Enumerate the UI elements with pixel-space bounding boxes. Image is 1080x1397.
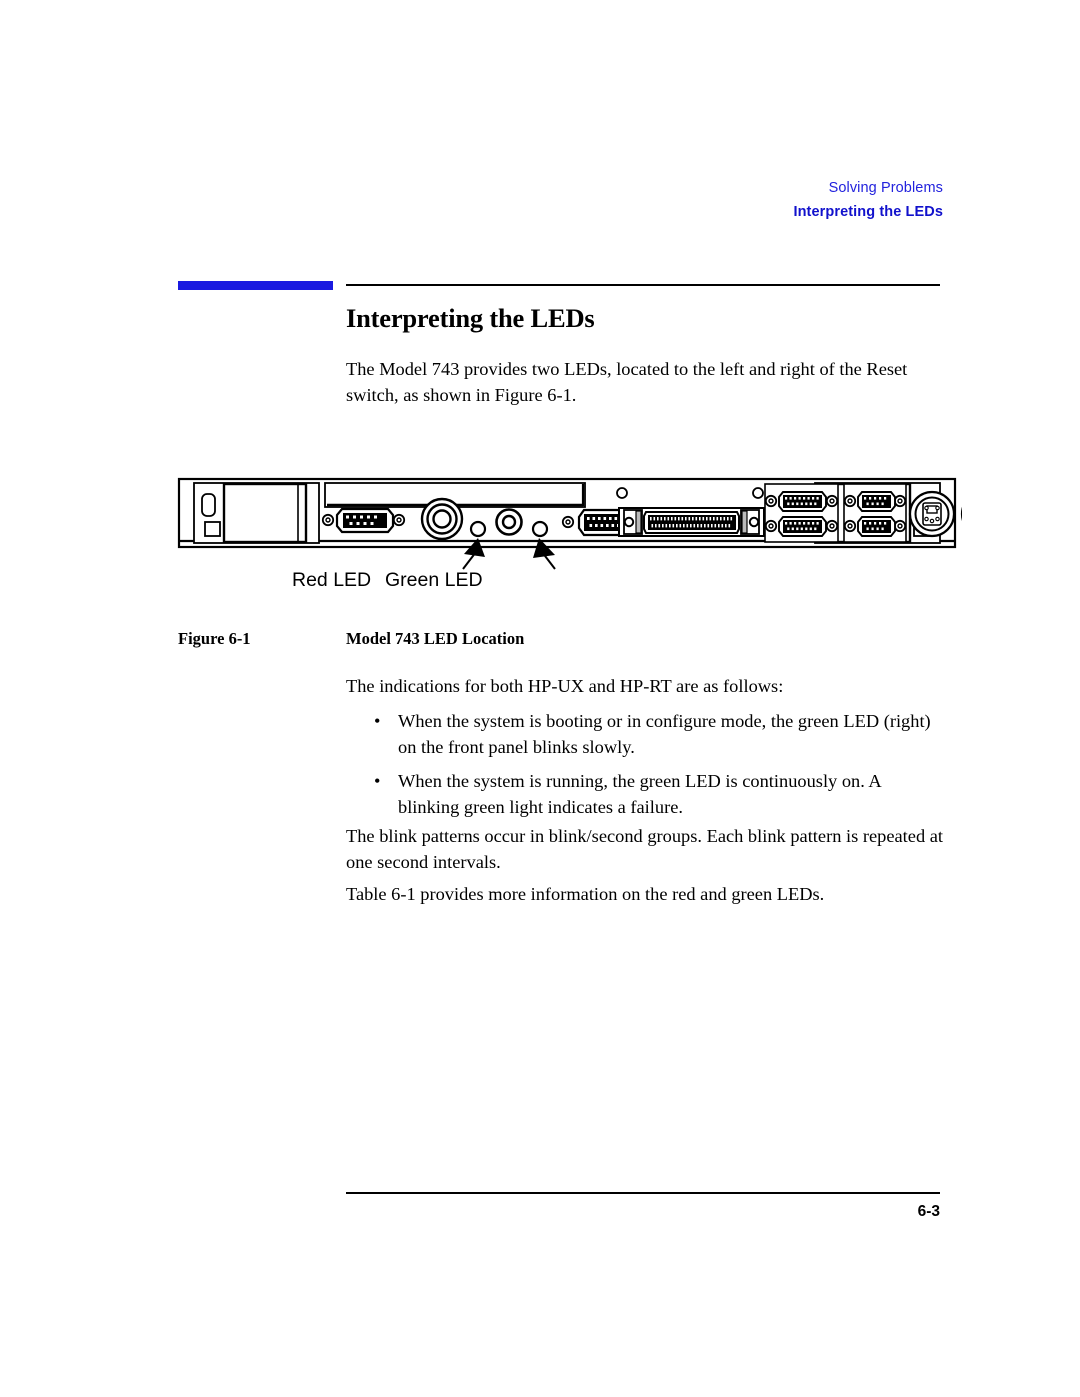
page-title: Interpreting the LEDs (346, 303, 595, 333)
reset-switch (495, 508, 523, 536)
title-accent-rule (178, 281, 333, 290)
coaxial-connector-large (420, 497, 464, 541)
bullet-marker-icon: • (374, 711, 381, 731)
figure-caption-label: Figure 6-1 (178, 629, 251, 648)
table-reference-paragraph: Table 6-1 provides more information on t… (346, 884, 825, 904)
figure-caption-title: Model 743 LED Location (346, 629, 525, 648)
list-item-text: When the system is booting or in configu… (398, 711, 931, 757)
footer-rule (346, 1192, 940, 1194)
list-item: • When the system is booting or in confi… (346, 708, 946, 760)
indications-paragraph: The indications for both HP-UX and HP-RT… (346, 676, 784, 696)
title-horizontal-rule (346, 284, 940, 286)
db9-connector-pair (843, 483, 907, 543)
list-item: • When the system is running, the green … (346, 768, 946, 820)
scsi-connector (618, 507, 765, 537)
red-led-indicator (469, 520, 487, 538)
left-ejector-handle (193, 482, 320, 544)
db15-connector-pair (764, 483, 839, 543)
running-header-section: Interpreting the LEDs (793, 204, 943, 220)
bullet-marker-icon: • (374, 771, 381, 791)
rear-panel-illustration: Red LED Green LED (177, 477, 962, 591)
figure-model-743-led-location: Red LED Green LED (172, 462, 962, 602)
green-led-callout-label: Green LED (385, 569, 483, 591)
intro-paragraph: The Model 743 provides two LEDs, located… (346, 359, 908, 405)
page-number: 6-3 (917, 1203, 940, 1220)
running-header-chapter: Solving Problems (828, 180, 943, 196)
red-led-callout-label: Red LED (292, 569, 371, 591)
blink-patterns-paragraph: The blink patterns occur in blink/second… (346, 826, 944, 872)
green-led-indicator (531, 520, 549, 538)
list-item-text: When the system is running, the green LE… (398, 771, 881, 817)
section-title-block: Interpreting the LEDs (178, 281, 940, 351)
running-header: Solving Problems Interpreting the LEDs (793, 178, 943, 223)
figure-caption: Figure 6-1 Model 743 LED Location (178, 629, 940, 649)
ps2-keyboard-port (908, 490, 956, 538)
led-behavior-list: • When the system is booting or in confi… (346, 708, 946, 828)
